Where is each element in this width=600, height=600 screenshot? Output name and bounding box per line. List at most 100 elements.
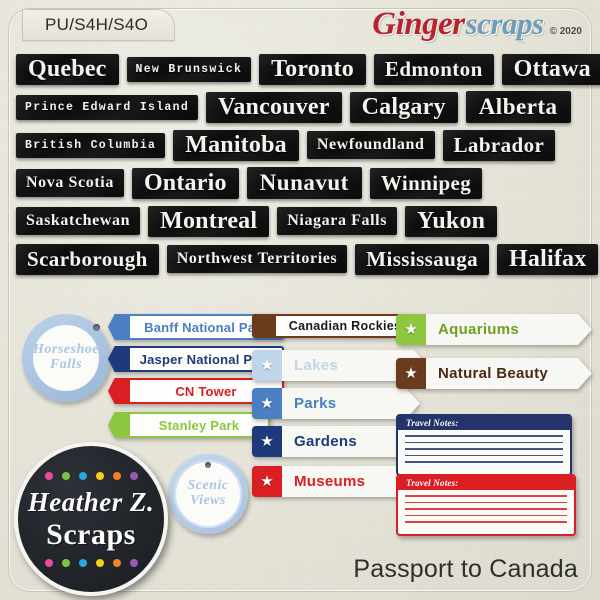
color-dot-icon <box>95 471 104 480</box>
word-label: Mississauga <box>355 243 490 275</box>
plate-point-icon <box>108 378 130 404</box>
arrow-sign-cap: ★ <box>252 426 282 457</box>
name-plate-tag: Stanley Park <box>108 412 270 438</box>
usage-terms-text: PU/S4H/S4O <box>45 15 149 34</box>
plate-body: Stanley Park <box>130 412 270 438</box>
color-dot-icon <box>129 558 138 567</box>
digital-scrapbook-kit-preview: PU/S4H/S4O Ginger scraps © 2020 Quebec Ne… <box>0 0 600 600</box>
star-icon: ★ <box>260 473 274 490</box>
plate-label: CN Tower <box>175 383 237 399</box>
arrow-sign-label: Museums <box>294 473 366 490</box>
arrow-sign-label: Aquariums <box>438 321 520 338</box>
circle-tag-line2: Falls <box>49 357 83 372</box>
arrow-sign-label: Canadian Rockies <box>288 319 402 333</box>
dot-row-bottom-icon <box>44 558 138 567</box>
arrow-sign-cap: ★ <box>252 350 282 381</box>
arrow-sign-cap <box>252 314 276 338</box>
star-icon: ★ <box>260 395 274 412</box>
travel-notes-card: Travel Notes: <box>396 474 576 536</box>
word-label: Alberta <box>465 91 571 123</box>
arrow-sign-body: Canadian Rockies <box>276 314 416 338</box>
word-label-row: Scarborough Northwest Territories Mississa… <box>0 240 600 278</box>
logo-text-scraps: scraps <box>465 6 544 41</box>
logo-designer-sub: Scraps <box>46 517 136 551</box>
color-dot-icon <box>61 471 70 480</box>
note-rule-line <box>405 435 563 437</box>
plate-point-icon <box>108 412 130 438</box>
note-rule-line <box>405 514 567 516</box>
kit-title: Passport to Canada <box>353 555 578 583</box>
travel-notes-card: Travel Notes: <box>396 414 572 476</box>
word-label: Newfoundland <box>306 131 435 159</box>
note-rule-line <box>405 461 563 463</box>
gingerscraps-logo: Ginger scraps © 2020 <box>372 6 582 43</box>
dot-row-top-icon <box>44 471 138 480</box>
arrow-sign-label: Gardens <box>294 433 357 450</box>
word-label: Toronto <box>259 53 366 85</box>
tag-hole-icon <box>205 462 211 468</box>
word-label: Halifax <box>497 243 599 275</box>
word-label: Calgary <box>349 91 458 123</box>
word-label: British Columbia <box>16 132 166 158</box>
word-label: Ontario <box>131 167 239 199</box>
circle-tag-line1: Horseshoe <box>33 342 99 358</box>
copyright-text: © 2020 <box>549 26 582 37</box>
heather-z-scraps-logo: Heather Z. Scraps <box>14 442 168 596</box>
logo-text-ginger: Ginger <box>372 6 465 42</box>
arrow-sign-label: Parks <box>294 395 337 412</box>
note-rule-line <box>405 454 563 456</box>
color-dot-icon <box>129 471 138 480</box>
note-rule-line <box>405 448 563 450</box>
word-label: Nunavut <box>246 167 362 199</box>
plate-point-icon <box>108 346 130 372</box>
color-dot-icon <box>78 558 87 567</box>
circle-tag-scenic-views: Scenic Views <box>168 454 248 534</box>
word-label-row: Saskatchewan Montreal Niagara Falls Yukon <box>0 202 600 240</box>
travel-notes-lines <box>398 490 574 534</box>
color-dot-icon <box>44 471 53 480</box>
note-rule-line <box>405 508 567 510</box>
tag-hole-icon <box>93 324 100 331</box>
word-label: Montreal <box>148 205 270 237</box>
color-dot-icon <box>44 558 53 567</box>
note-rule-line <box>405 495 567 497</box>
arrow-sign-cap: ★ <box>396 314 426 345</box>
word-label: Saskatchewan <box>16 207 141 235</box>
word-label: Labrador <box>442 129 556 161</box>
travel-notes-header: Travel Notes: <box>398 416 570 430</box>
color-dot-icon <box>95 558 104 567</box>
circle-tag-line2: Views <box>190 493 226 508</box>
word-label: Prince Edward Island <box>16 94 199 120</box>
word-label: Northwest Territories <box>166 245 348 273</box>
arrow-sign-cap: ★ <box>396 358 426 389</box>
plate-point-icon <box>108 314 130 340</box>
word-label: Edmonton <box>373 53 494 85</box>
arrow-sign: ★ Natural Beauty <box>396 358 592 389</box>
word-label: Ottawa <box>501 53 600 85</box>
travel-notes-lines <box>398 430 570 474</box>
arrow-sign-label: Lakes <box>294 357 339 374</box>
usage-terms-tab: PU/S4H/S4O <box>22 9 176 41</box>
word-label: Nova Scotia <box>16 169 124 197</box>
travel-notes-heading: Travel Notes: <box>406 478 459 488</box>
word-label-row: British Columbia Manitoba Newfoundland Labr… <box>0 126 600 164</box>
arrow-sign-body: Natural Beauty <box>426 358 592 389</box>
star-icon: ★ <box>404 321 418 338</box>
star-icon: ★ <box>404 365 418 382</box>
arrow-sign: ★ Aquariums <box>396 314 592 345</box>
color-dot-icon <box>112 471 121 480</box>
travel-notes-header: Travel Notes: <box>398 476 574 490</box>
word-label: Winnipeg <box>369 167 483 199</box>
arrow-sign-cap: ★ <box>252 388 282 419</box>
arrow-sign: ★ Parks <box>252 388 420 419</box>
word-label: Yukon <box>405 205 498 237</box>
star-icon: ★ <box>260 357 274 374</box>
logo-designer-name: Heather Z. <box>27 486 155 517</box>
color-dot-icon <box>112 558 121 567</box>
arrow-sign: Canadian Rockies <box>252 314 416 338</box>
travel-notes-heading: Travel Notes: <box>406 418 459 428</box>
note-rule-line <box>405 441 563 443</box>
word-label-row: Prince Edward Island Vancouver Calgary Albe… <box>0 88 600 126</box>
note-rule-line <box>405 501 567 503</box>
note-rule-line <box>405 521 567 523</box>
